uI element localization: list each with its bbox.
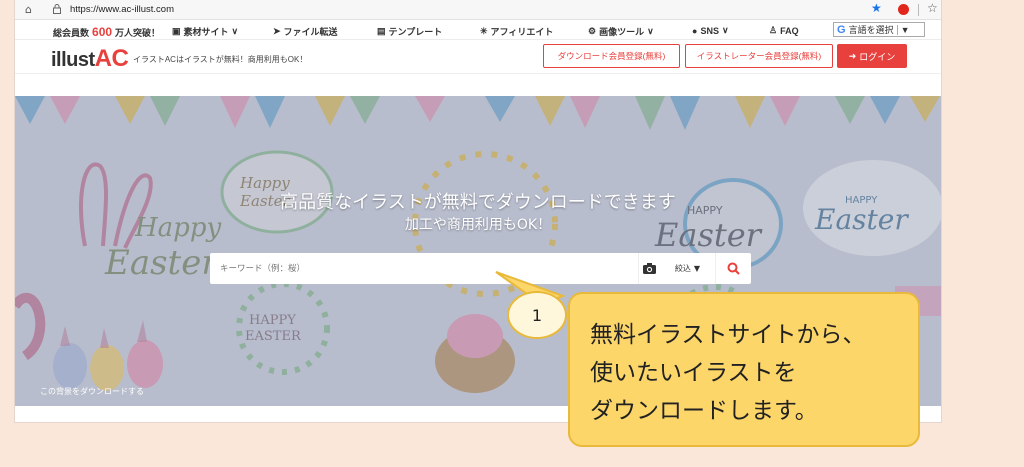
callout-text: 無料イラストサイトから、 使いたいイラストを ダウンロードします。 [590, 316, 866, 430]
extension-icon[interactable] [898, 4, 909, 15]
logo-text: illust [51, 49, 95, 71]
template-icon: ▤ [377, 26, 386, 36]
address-bar: ⌂ https://www.ac-illust.com ★ ☆ [15, 0, 941, 20]
hero-subtitle: 加工や商用利用もOK！ [404, 217, 552, 233]
step-number-badge: 1 [507, 291, 567, 339]
language-label: 言語を選択 [848, 25, 894, 35]
callout-line-1: 無料イラストサイトから、 [590, 322, 866, 348]
callout-line-3: ダウンロードします。 [590, 398, 818, 424]
nav-label: アフィリエイト [490, 27, 554, 37]
photo-icon: ▣ [172, 26, 181, 36]
member-count: 総会員数 600 万人突破！ [53, 25, 160, 39]
favorites-icon[interactable]: ☆ [927, 1, 938, 15]
nav-item-sns[interactable]: ● SNS ∨ [692, 25, 729, 36]
sns-icon: ● [692, 25, 698, 36]
nav-item-faq[interactable]: ♙ FAQ [769, 25, 799, 36]
tools-icon: ⚙ [588, 26, 597, 36]
nav-item-file-transfer[interactable]: ➤ ファイル転送 [273, 25, 338, 38]
google-icon: G [837, 23, 846, 36]
site-header: illustAC イラストACはイラストが無料！商用利用もOK！ ダウンロード会… [15, 40, 941, 74]
download-register-button[interactable]: ダウンロード会員登録(無料) [543, 44, 680, 68]
search-bar: 絞込▼ [210, 253, 751, 284]
illustrator-register-button[interactable]: イラストレーター会員登録(無料) [685, 44, 833, 68]
nav-label: 画像ツール [599, 27, 645, 37]
nav-item-materials[interactable]: ▣ 素材サイト ∨ [172, 25, 238, 38]
url-field[interactable]: https://www.ac-illust.com [70, 4, 174, 15]
member-count-number: 600 [92, 25, 113, 39]
send-icon: ➤ [273, 26, 281, 36]
chevron-down-icon: ∨ [721, 25, 729, 35]
search-icon [727, 262, 740, 275]
nav-label: ファイル転送 [283, 27, 338, 37]
login-label: ログイン [859, 51, 896, 62]
nav-item-affiliate[interactable]: ✳ アフィリエイト [480, 25, 553, 38]
sparkle-icon: ✳ [480, 26, 488, 36]
nav-label: SNS [700, 25, 719, 36]
toolbar-divider [918, 4, 919, 16]
nav-item-templates[interactable]: ▤ テンプレート [377, 25, 442, 38]
dropdown-arrow-icon: ▼ [896, 24, 910, 35]
callout-line-2: 使いたいイラストを [590, 360, 797, 386]
chevron-down-icon: ∨ [231, 26, 239, 36]
top-navigation: 総会員数 600 万人突破！ ▣ 素材サイト ∨ ➤ ファイル転送 ▤ テンプレート ✳ アフ… [15, 20, 941, 40]
nav-label: FAQ [780, 25, 799, 36]
nav-label: 素材サイト [183, 27, 229, 37]
user-icon: ♙ [769, 25, 778, 35]
member-count-prefix: 総会員数 [53, 27, 90, 38]
login-button[interactable]: ➜ ログイン [837, 44, 907, 68]
hero-title: 高品質なイラストが無料でダウンロードできます [280, 192, 676, 213]
download-background-link[interactable]: この背景をダウンロードする [40, 386, 144, 397]
logo-accent: AC [94, 45, 129, 72]
nav-item-image-tools[interactable]: ⚙ 画像ツール ∨ [588, 25, 654, 38]
lock-icon [53, 4, 61, 14]
camera-search-button[interactable] [638, 253, 660, 284]
home-icon[interactable]: ⌂ [25, 3, 32, 16]
login-icon: ➜ [848, 50, 857, 61]
dropdown-arrow-icon: ▼ [693, 264, 701, 273]
nav-label: テンプレート [388, 27, 443, 37]
member-count-suffix: 万人突破！ [115, 27, 161, 38]
filter-dropdown[interactable]: 絞込 ▼ [665, 253, 710, 284]
instruction-callout: 無料イラストサイトから、 使いたいイラストを ダウンロードします。 [568, 292, 920, 447]
search-button[interactable] [715, 253, 751, 284]
camera-icon [643, 263, 656, 274]
language-select[interactable]: G 言語を選択 ▼ [833, 22, 925, 37]
site-logo[interactable]: illustAC [51, 45, 129, 73]
filter-label: 絞込 [674, 264, 691, 273]
site-tagline: イラストACはイラストが無料！商用利用もOK！ [133, 55, 308, 64]
bookmark-star-icon[interactable]: ★ [871, 1, 882, 15]
chevron-down-icon: ∨ [647, 26, 654, 36]
